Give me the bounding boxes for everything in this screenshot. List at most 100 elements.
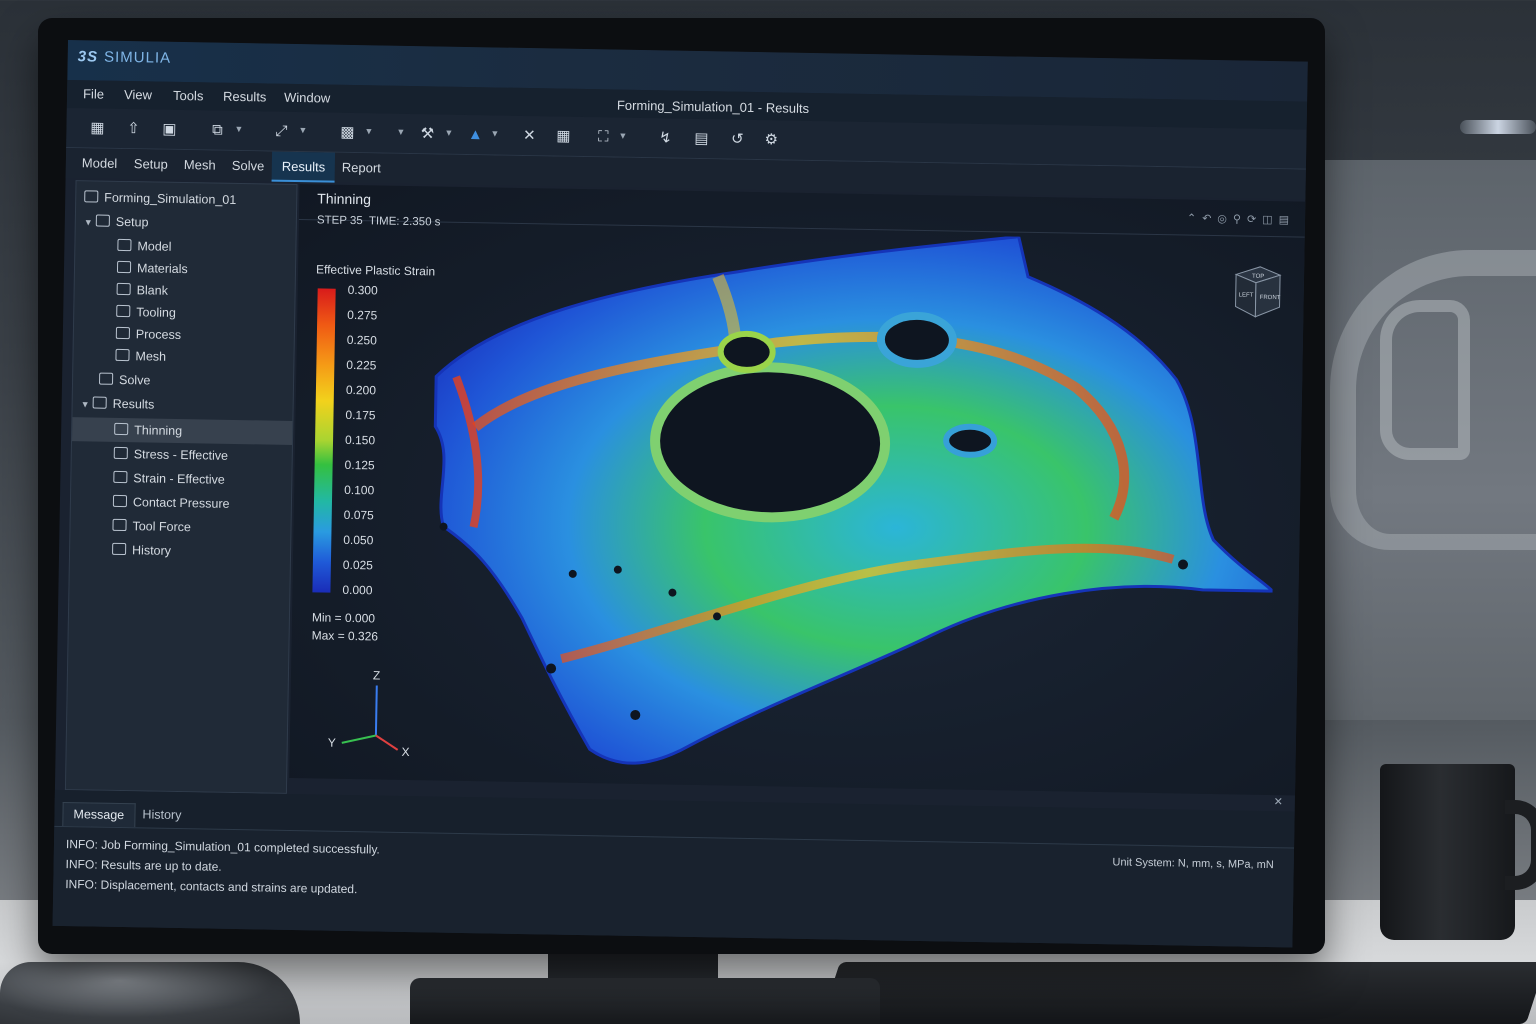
select-icon[interactable]: ▦ <box>552 125 574 147</box>
open-icon[interactable]: ⇧ <box>122 118 144 140</box>
chevron-down-icon[interactable]: ▼ <box>234 124 243 134</box>
close-icon[interactable]: ✕ <box>1274 795 1283 808</box>
tab-message[interactable]: Message <box>62 802 136 828</box>
tab-solve[interactable]: Solve <box>222 151 275 182</box>
legend-label: 0.100 <box>344 482 375 498</box>
legend-label: 0.125 <box>344 457 375 473</box>
solve-icon <box>98 372 114 385</box>
fit-icon[interactable]: ⤢ <box>270 121 292 143</box>
chevron-down-icon[interactable]: ▼ <box>396 127 405 137</box>
mesh-icon <box>115 348 130 362</box>
message-line: INFO: Results are up to date. <box>65 857 222 874</box>
menu-file[interactable]: File <box>83 86 104 101</box>
view-cube-front-label: FRONT <box>1260 295 1281 301</box>
zoom-box-icon[interactable]: ⛶ <box>592 126 614 148</box>
tree-root-label: Forming_Simulation_01 <box>104 190 237 207</box>
tree-item-results[interactable]: ▼ Results <box>72 391 292 419</box>
legend-label: 0.150 <box>344 432 376 448</box>
legend-label: 0.000 <box>342 582 373 598</box>
cross-icon[interactable]: ✕ <box>518 125 540 147</box>
result-plot-icon <box>113 446 128 460</box>
tooling-icon <box>116 304 131 318</box>
tree-item-label: Tool Force <box>132 519 191 535</box>
save-icon[interactable]: ▣ <box>158 119 180 141</box>
part-icon[interactable]: ▩ <box>336 122 358 144</box>
tab-results[interactable]: Results <box>271 151 336 183</box>
shade-icon[interactable]: ▲ <box>464 124 486 146</box>
tab-mesh[interactable]: Mesh <box>174 150 226 181</box>
chevron-down-icon[interactable]: ▼ <box>364 126 373 136</box>
legend-label: 0.225 <box>346 357 377 373</box>
hole <box>717 330 776 373</box>
tree-item-label: Contact Pressure <box>132 495 230 511</box>
document-title: Forming_Simulation_01 - Results <box>616 97 810 116</box>
document-icon <box>84 190 99 203</box>
x-axis-line <box>375 734 399 751</box>
view-cube-left-label: LEFT <box>1239 292 1254 298</box>
min-value: Min = 0.000 <box>311 610 376 626</box>
copy-icon[interactable]: ⧉ <box>206 119 228 141</box>
result-plot-icon <box>113 470 128 484</box>
tree-item-history[interactable]: History <box>70 537 290 565</box>
background-car-frame <box>1380 300 1470 460</box>
legend-label: 0.175 <box>345 407 376 423</box>
capture-icon[interactable]: ▤ <box>1279 214 1296 226</box>
ceiling-light <box>1460 120 1536 134</box>
graphics-viewport[interactable]: Thinning ⌃↶◎⚲⟳◫▤ STEP 35 TIME: 2.350 s E… <box>289 184 1306 796</box>
message-line: INFO: Job Forming_Simulation_01 complete… <box>65 837 380 857</box>
tool-icon[interactable]: ⚒ <box>416 123 438 145</box>
chevron-down-icon[interactable]: ▼ <box>618 131 627 141</box>
hole <box>876 311 957 368</box>
folder-icon <box>95 214 110 227</box>
chevron-down-icon[interactable]: ▼ <box>444 128 453 138</box>
undo-view-icon[interactable]: ↶ <box>1202 213 1217 225</box>
large-cutout <box>650 362 891 523</box>
app-brand: 3S SIMULIA <box>78 48 172 67</box>
menu-tools[interactable]: Tools <box>173 88 204 104</box>
chevron-down-icon[interactable]: ▼ <box>80 392 92 416</box>
probe-icon[interactable]: ↯ <box>654 127 676 149</box>
hole <box>943 423 998 458</box>
view-cube[interactable]: TOP LEFT FRONT <box>1225 260 1288 323</box>
new-icon[interactable]: ▦ <box>86 117 108 139</box>
tab-model[interactable]: Model <box>72 148 128 179</box>
chevron-down-icon[interactable]: ▼ <box>490 128 499 138</box>
legend-label: 0.050 <box>343 532 374 548</box>
tab-history[interactable]: History <box>132 803 191 828</box>
legend-label: 0.300 <box>347 282 378 298</box>
target-icon[interactable]: ◎ <box>1217 213 1233 225</box>
monitor-base <box>410 978 880 1024</box>
menu-results[interactable]: Results <box>223 89 267 105</box>
formed-part-contour-plot[interactable] <box>409 226 1278 781</box>
tree-item-label: Materials <box>136 261 188 277</box>
z-axis-line <box>374 685 378 736</box>
screenshot-icon[interactable]: ▤ <box>690 128 712 150</box>
materials-icon <box>116 260 132 274</box>
tree-item-label: Process <box>135 327 182 343</box>
result-plot-icon <box>112 494 128 508</box>
zoom-icon[interactable]: ⚲ <box>1233 213 1247 225</box>
tree-item-label: Results <box>112 396 155 412</box>
chevron-down-icon[interactable]: ▼ <box>84 210 96 234</box>
tab-setup[interactable]: Setup <box>124 149 178 180</box>
menu-view[interactable]: View <box>124 87 152 102</box>
export-icon[interactable]: ↺ <box>726 129 748 151</box>
view-controls: ⌃↶◎⚲⟳◫▤ <box>1187 212 1295 227</box>
tree-item-label: Stress - Effective <box>133 447 229 463</box>
tree-item-label: Thinning <box>134 423 183 439</box>
message-panel: ✕ Message History INFO: Job Forming_Simu… <box>52 789 1295 948</box>
chevron-up-icon[interactable]: ⌃ <box>1187 213 1202 225</box>
coffee-mug-handle <box>1505 800 1536 890</box>
chevron-down-icon[interactable]: ▼ <box>298 125 307 135</box>
tree-item-label: Setup <box>115 214 149 230</box>
process-icon <box>115 326 130 340</box>
fit-view-icon[interactable]: ◫ <box>1262 214 1279 226</box>
rotate-icon[interactable]: ⟳ <box>1247 214 1262 226</box>
results-icon <box>92 396 107 409</box>
menu-window[interactable]: Window <box>284 90 331 106</box>
settings-icon[interactable]: ⚙ <box>760 129 782 151</box>
tree-item-label: Mesh <box>135 349 167 364</box>
legend-label: 0.275 <box>347 307 378 323</box>
max-value: Max = 0.326 <box>311 628 379 644</box>
tab-report[interactable]: Report <box>332 153 392 184</box>
